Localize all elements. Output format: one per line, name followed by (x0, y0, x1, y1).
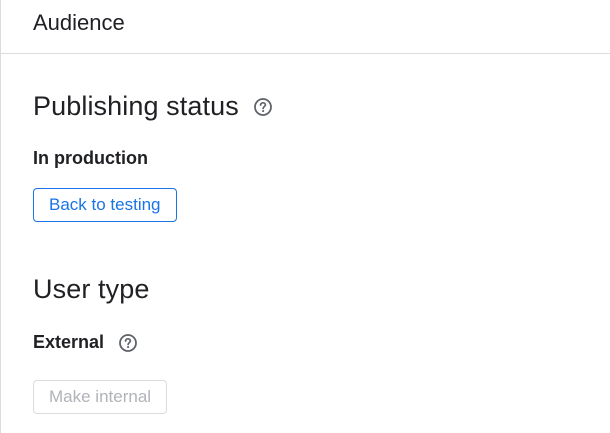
panel-content: Publishing status In production Back to … (1, 91, 610, 414)
panel-header: Audience (1, 0, 610, 54)
help-circle-icon[interactable] (118, 333, 138, 353)
publishing-status-row: In production (33, 148, 610, 169)
publishing-status-value: In production (33, 148, 148, 168)
publishing-status-heading-row: Publishing status (33, 91, 610, 122)
user-type-value-row: External (33, 332, 610, 353)
back-to-testing-button[interactable]: Back to testing (33, 188, 177, 222)
audience-panel: Audience Publishing status In production… (0, 0, 610, 433)
user-type-heading-row: User type (33, 274, 610, 305)
user-type-title: User type (33, 274, 150, 304)
help-circle-icon[interactable] (253, 97, 273, 117)
publishing-status-title: Publishing status (33, 91, 239, 121)
page-title: Audience (33, 9, 125, 35)
user-type-value: External (33, 332, 105, 352)
user-type-actions: Make internal (33, 380, 610, 414)
make-internal-button[interactable]: Make internal (33, 380, 168, 414)
publishing-actions: Back to testing (33, 188, 610, 222)
